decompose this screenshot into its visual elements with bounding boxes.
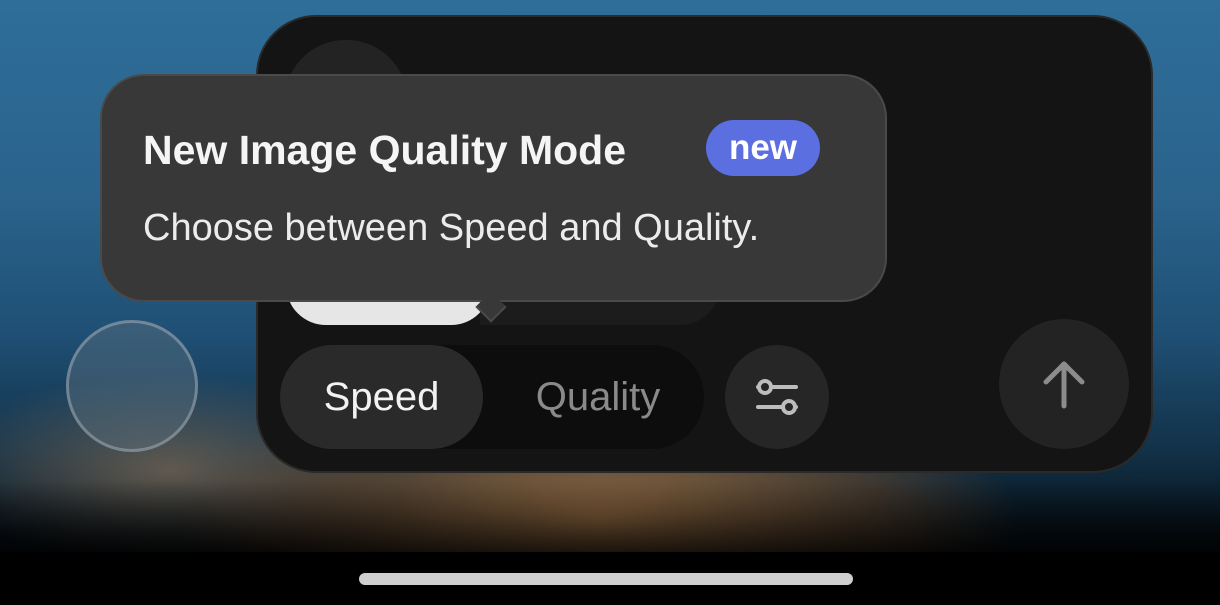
speed-option[interactable]: Speed bbox=[280, 345, 483, 449]
speed-option-label: Speed bbox=[323, 374, 440, 419]
settings-button[interactable] bbox=[725, 345, 829, 449]
app-screen: Speed Quality New Image Quality Mode new… bbox=[0, 0, 1220, 605]
tooltip-description: Choose between Speed and Quality. bbox=[143, 207, 760, 249]
send-button[interactable] bbox=[999, 319, 1129, 449]
home-indicator[interactable] bbox=[359, 573, 853, 585]
arrow-up-icon bbox=[1043, 361, 1085, 409]
new-badge: new bbox=[706, 120, 820, 176]
avatar[interactable] bbox=[66, 320, 198, 452]
quality-option-label: Quality bbox=[535, 374, 661, 419]
sliders-icon bbox=[756, 379, 798, 415]
feature-tooltip bbox=[100, 74, 887, 302]
tooltip-title: New Image Quality Mode bbox=[143, 127, 626, 173]
quality-option[interactable]: Quality bbox=[493, 345, 703, 449]
background-fade bbox=[0, 480, 1220, 560]
